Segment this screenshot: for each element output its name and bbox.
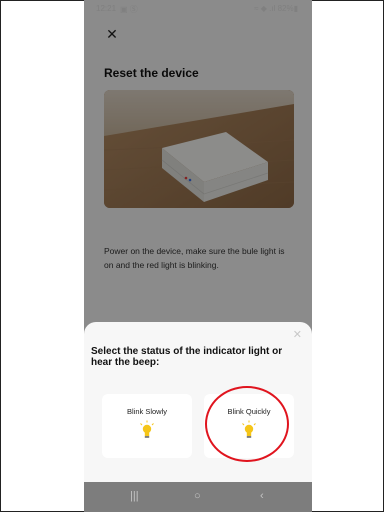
blink-slowly-option[interactable]: Blink Slowly (102, 394, 192, 458)
lightbulb-icon (140, 420, 154, 438)
system-nav-bar: ||| ○ ‹ (84, 482, 312, 512)
selection-highlight-circle (205, 386, 289, 462)
blink-slowly-label: Blink Slowly (126, 407, 167, 416)
home-button[interactable]: ○ (194, 490, 201, 502)
sheet-title: Select the status of the indicator light… (91, 346, 283, 368)
recent-apps-button[interactable]: ||| (130, 490, 139, 502)
sheet-close-icon[interactable]: ✕ (293, 328, 302, 341)
back-button[interactable]: ‹ (260, 490, 264, 502)
